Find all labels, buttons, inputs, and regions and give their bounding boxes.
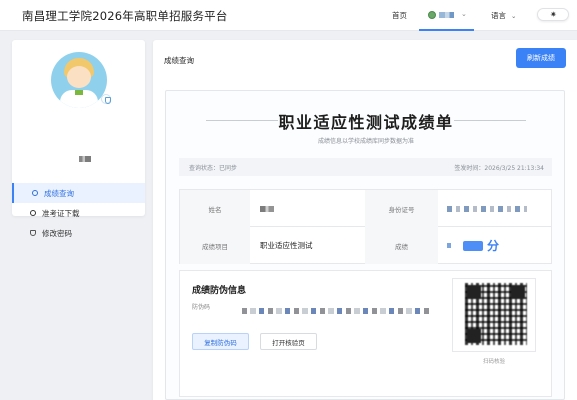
top-navbar: 南昌理工学院2026年高职单招服务平台 首页 ⌄ 语言 ⌄ ✷ xyxy=(0,0,577,31)
item-value: 职业适应性测试 xyxy=(260,241,313,250)
qr-code-box xyxy=(452,278,536,352)
nav-home-link[interactable]: 首页 xyxy=(392,10,407,21)
nav-user-menu[interactable]: ⌄ xyxy=(419,4,474,31)
page-title: 成绩查询 xyxy=(164,56,194,65)
user-icon xyxy=(428,11,436,19)
username-redacted xyxy=(439,12,454,18)
score-number-redacted xyxy=(447,243,451,248)
sidebar-item-score-query[interactable]: 成绩查询 xyxy=(12,183,145,203)
id-number-label: 身份证号 xyxy=(365,190,438,227)
sync-status: 查询状态：已同步 xyxy=(189,165,238,172)
title-divider xyxy=(454,120,526,121)
sidebar-item-label: 准考证下载 xyxy=(42,208,80,218)
sun-icon: ✷ xyxy=(550,10,557,19)
report-subtitle: 成绩信息以学校成绩库同步数据为准 xyxy=(317,138,414,145)
main-panel: 成绩查询 刷新成绩 职业适应性测试成绩单 成绩信息以学校成绩库同步数据为准 查询… xyxy=(153,40,577,400)
score-info-table: 姓名 身份证号 成绩项目 职业适应性测试 成绩 分 xyxy=(179,189,552,264)
id-number-value-redacted xyxy=(447,190,527,227)
chevron-down-icon: ⌄ xyxy=(461,10,467,18)
avatar xyxy=(51,52,107,108)
shield-icon xyxy=(30,230,36,236)
table-row: 成绩项目 职业适应性测试 成绩 分 xyxy=(180,227,551,264)
score-report-card: 职业适应性测试成绩单 成绩信息以学校成绩库同步数据为准 查询状态：已同步 签发时… xyxy=(165,90,565,400)
name-value-redacted xyxy=(260,190,274,227)
score-label: 成绩 xyxy=(365,227,438,264)
refresh-score-button[interactable]: 刷新成绩 xyxy=(516,48,566,68)
theme-toggle[interactable]: ✷ xyxy=(537,8,569,21)
circle-icon xyxy=(32,190,38,196)
user-name-redacted xyxy=(79,156,91,162)
language-label: 语言 xyxy=(491,11,506,20)
anti-counterfeit-code-redacted xyxy=(242,308,432,314)
chevron-down-icon: ⌄ xyxy=(511,12,517,20)
site-title: 南昌理工学院2026年高职单招服务平台 xyxy=(22,9,228,23)
section-title: 成绩防伪信息 xyxy=(192,286,247,296)
qr-code xyxy=(465,283,527,345)
copy-code-button[interactable]: 复制防伪码 xyxy=(192,333,249,350)
sidebar-menu: 成绩查询 准考证下载 修改密码 xyxy=(12,183,145,243)
qr-caption: 扫码核验 xyxy=(482,359,505,365)
sidebar-item-label: 成绩查询 xyxy=(44,188,74,198)
report-title: 职业适应性测试成绩单 xyxy=(278,113,454,132)
nav-language-menu[interactable]: 语言 ⌄ xyxy=(491,10,516,21)
name-label: 姓名 xyxy=(180,190,250,227)
verified-shield-icon xyxy=(101,94,111,104)
issued-time: 签发时间：2026/3/25 21:13:34 xyxy=(454,165,544,172)
anti-counterfeit-section: 成绩防伪信息 防伪码 复制防伪码 打开核验页 扫码核验 xyxy=(179,270,552,397)
circle-icon xyxy=(30,210,36,216)
sidebar-item-label: 修改密码 xyxy=(42,228,72,238)
table-row: 姓名 身份证号 xyxy=(180,190,551,227)
score-unit: 分 xyxy=(487,239,500,253)
score-value: 分 xyxy=(447,227,499,264)
status-bar: 查询状态：已同步 签发时间：2026/3/25 21:13:34 xyxy=(179,158,552,176)
score-number-redacted xyxy=(463,240,483,251)
code-label: 防伪码 xyxy=(192,304,211,311)
item-label: 成绩项目 xyxy=(180,227,250,264)
sidebar-item-admission-ticket[interactable]: 准考证下载 xyxy=(12,203,145,223)
sidebar: 成绩查询 准考证下载 修改密码 xyxy=(12,40,145,238)
sidebar-item-change-password[interactable]: 修改密码 xyxy=(12,223,145,243)
open-verify-page-button[interactable]: 打开核验页 xyxy=(260,333,317,350)
